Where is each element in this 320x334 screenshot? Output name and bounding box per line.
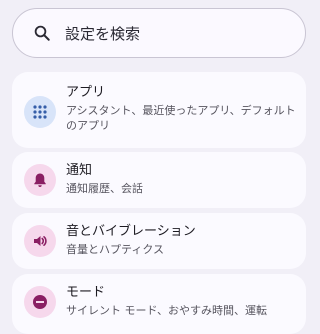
modes-icon-badge	[24, 286, 56, 318]
minus-circle-icon	[33, 295, 47, 309]
settings-item-notifications[interactable]: 通知 通知履歴、会話	[12, 152, 306, 208]
item-subtitle: アシスタント、最近使ったアプリ、デフォルトのアプリ	[66, 104, 296, 132]
apps-icon-badge	[24, 96, 56, 128]
speaker-icon	[34, 236, 47, 246]
apps-grid-icon	[33, 105, 47, 119]
item-subtitle: 通知履歴、会話	[66, 182, 143, 195]
settings-item-sound[interactable]: 音とバイブレーション 音量とハプティクス	[12, 213, 306, 269]
bell-icon	[34, 173, 46, 187]
search-bar[interactable]: 設定を検索	[12, 8, 306, 58]
search-icon	[34, 25, 50, 41]
sound-icon-badge	[24, 225, 56, 257]
settings-item-modes[interactable]: モード サイレント モード、おやすみ時間、運転	[12, 274, 306, 334]
search-placeholder: 設定を検索	[65, 25, 141, 43]
item-subtitle: 音量とハプティクス	[66, 243, 165, 256]
settings-item-apps[interactable]: アプリ アシスタント、最近使ったアプリ、デフォルトのアプリ	[12, 72, 306, 148]
item-title: アプリ	[66, 85, 106, 100]
item-title: モード	[66, 285, 106, 300]
notifications-icon-badge	[24, 164, 56, 196]
item-subtitle: サイレント モード、おやすみ時間、運転	[66, 304, 268, 317]
item-title: 音とバイブレーション	[66, 224, 196, 239]
item-title: 通知	[66, 163, 93, 178]
